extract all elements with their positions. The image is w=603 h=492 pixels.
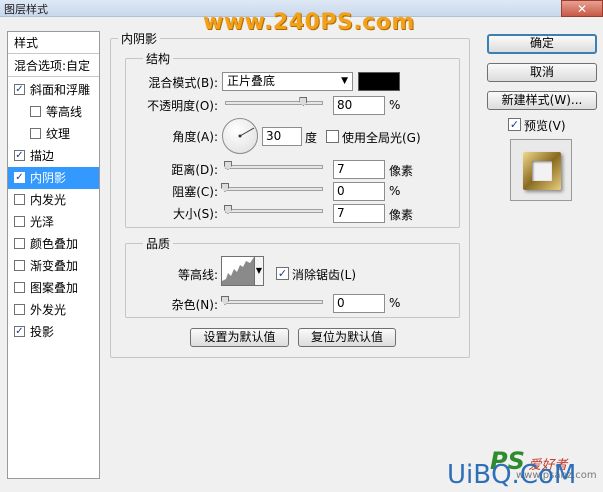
outer-glow-checkbox[interactable] [14, 304, 25, 315]
chevron-down-icon: ▼ [255, 266, 263, 275]
style-item-bevel-emboss[interactable]: ✓ 斜面和浮雕 [8, 79, 99, 101]
contour-curve-icon [222, 257, 254, 285]
angle-needle-icon [238, 127, 255, 138]
opacity-slider[interactable] [225, 101, 323, 105]
satin-checkbox[interactable] [14, 216, 25, 227]
style-item-drop-shadow[interactable]: ✓ 投影 [8, 321, 99, 343]
style-item-color-overlay[interactable]: 颜色叠加 [8, 233, 99, 255]
size-input[interactable]: 7 [333, 204, 385, 223]
panel-title: 内阴影 [118, 30, 161, 47]
blend-mode-label: 混合模式(B): [148, 76, 218, 90]
distance-unit: 像素 [389, 164, 414, 178]
window-title: 图层样式 [4, 3, 48, 16]
color-overlay-checkbox[interactable] [14, 238, 25, 249]
set-default-button[interactable]: 设置为默认值 [190, 328, 289, 347]
contour-label: 等高线: [177, 268, 218, 282]
choke-unit: % [389, 184, 401, 198]
antialias-label: 消除锯齿(L) [292, 268, 357, 282]
contour-picker[interactable] [221, 256, 255, 286]
distance-label: 距离(D): [171, 163, 218, 177]
shadow-color-swatch[interactable] [358, 72, 400, 91]
style-item-outer-glow[interactable]: 外发光 [8, 299, 99, 321]
noise-label: 杂色(N): [171, 298, 218, 312]
global-light-checkbox[interactable] [326, 130, 339, 143]
antialias-checkbox[interactable]: ✓ [276, 267, 289, 280]
new-style-button[interactable]: 新建样式(W)... [487, 91, 597, 110]
style-item-texture[interactable]: 纹理 [8, 123, 99, 145]
angle-unit: 度 [305, 131, 318, 145]
blend-mode-select[interactable]: 正片叠底 ▼ [222, 72, 353, 91]
bevel-emboss-checkbox[interactable]: ✓ [14, 84, 25, 95]
size-unit: 像素 [389, 208, 414, 222]
pattern-overlay-checkbox[interactable] [14, 282, 25, 293]
style-list: 样式 混合选项:自定 ✓ 斜面和浮雕 等高线 纹理 ✓ 描边 ✓ 内阴影 内发光… [7, 31, 100, 479]
quality-title: 品质 [143, 235, 174, 252]
style-item-pattern-overlay[interactable]: 图案叠加 [8, 277, 99, 299]
drop-shadow-checkbox[interactable]: ✓ [14, 326, 25, 337]
noise-input[interactable]: 0 [333, 294, 385, 313]
style-item-contour[interactable]: 等高线 [8, 101, 99, 123]
contour-checkbox[interactable] [30, 106, 41, 117]
blend-mode-value: 正片叠底 [227, 74, 276, 88]
choke-input[interactable]: 0 [333, 182, 385, 201]
style-item-inner-shadow[interactable]: ✓ 内阴影 [8, 167, 99, 189]
style-item-inner-glow[interactable]: 内发光 [8, 189, 99, 211]
size-label: 大小(S): [172, 207, 218, 221]
inner-shadow-checkbox[interactable]: ✓ [14, 172, 25, 183]
blend-options-item[interactable]: 混合选项:自定 [8, 55, 99, 77]
distance-input[interactable]: 7 [333, 160, 385, 179]
style-item-stroke[interactable]: ✓ 描边 [8, 145, 99, 167]
style-list-header[interactable]: 样式 [8, 32, 99, 54]
style-item-gradient-overlay[interactable]: 渐变叠加 [8, 255, 99, 277]
preview-inner [532, 161, 552, 181]
distance-slider[interactable] [225, 165, 323, 169]
opacity-input[interactable]: 80 [333, 96, 385, 115]
chevron-down-icon: ▼ [341, 76, 348, 86]
inner-glow-checkbox[interactable] [14, 194, 25, 205]
noise-unit: % [389, 296, 401, 310]
close-icon[interactable]: ✕ [561, 0, 603, 17]
structure-title: 结构 [143, 50, 174, 67]
logo-uibq-text: UiBQ.CoM [447, 460, 577, 490]
preview-label: 预览(V) [524, 119, 566, 133]
cancel-button[interactable]: 取消 [487, 63, 597, 82]
angle-input[interactable]: 30 [262, 127, 302, 146]
ok-button[interactable]: 确定 [487, 34, 597, 54]
preview-checkbox[interactable]: ✓ [508, 118, 521, 131]
contour-dropdown[interactable]: ▼ [254, 256, 264, 286]
choke-label: 阻塞(C): [172, 185, 218, 199]
reset-default-button[interactable]: 复位为默认值 [298, 328, 396, 347]
gradient-overlay-checkbox[interactable] [14, 260, 25, 271]
angle-label: 角度(A): [172, 130, 218, 144]
texture-checkbox[interactable] [30, 128, 41, 139]
noise-slider[interactable] [225, 300, 323, 304]
stroke-checkbox[interactable]: ✓ [14, 150, 25, 161]
style-item-satin[interactable]: 光泽 [8, 211, 99, 233]
opacity-label: 不透明度(O): [147, 99, 218, 113]
opacity-unit: % [389, 98, 401, 112]
angle-dial[interactable] [222, 118, 258, 154]
watermark-top: www.240PS.com [203, 10, 415, 35]
size-slider[interactable] [225, 209, 323, 213]
choke-slider[interactable] [225, 187, 323, 191]
style-preview-thumbnail [510, 139, 572, 201]
global-light-label: 使用全局光(G) [342, 131, 421, 145]
